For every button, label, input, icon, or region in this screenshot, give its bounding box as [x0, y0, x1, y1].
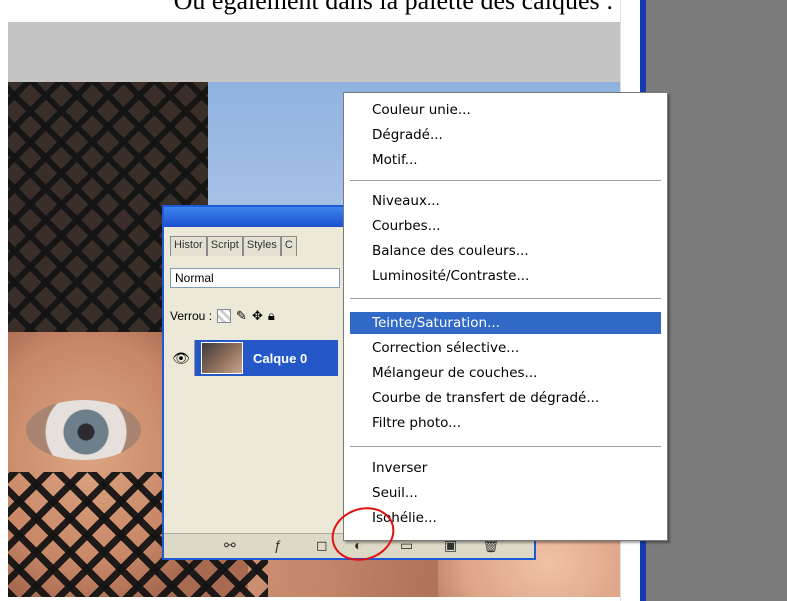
canvas-top-area: [8, 22, 620, 82]
menu-item-threshold[interactable]: Seuil...: [350, 482, 661, 504]
photo-eye: [26, 400, 141, 460]
menu-item-selective-color[interactable]: Correction sélective...: [350, 337, 661, 359]
menu-separator: [350, 180, 661, 182]
menu-item-gradient[interactable]: Dégradé...: [350, 124, 661, 146]
layer-name: Calque 0: [253, 350, 308, 366]
menu-item-channel-mixer[interactable]: Mélangeur de couches...: [350, 362, 661, 384]
link-layers-icon[interactable]: ⚯: [224, 537, 236, 554]
tab-styles[interactable]: Styles: [242, 236, 281, 256]
menu-item-gradient-map[interactable]: Courbe de transfert de dégradé...: [350, 387, 661, 409]
menu-item-photo-filter[interactable]: Filtre photo...: [350, 412, 661, 434]
layer-row[interactable]: 👁︎ Calque 0: [168, 340, 338, 376]
lock-brush-icon[interactable]: ✎: [236, 308, 247, 324]
tab-script[interactable]: Script: [206, 236, 243, 256]
visibility-eye-icon[interactable]: 👁︎: [168, 340, 195, 376]
palette-tabs: Histor Script Styles C: [170, 236, 297, 256]
tab-history[interactable]: Histor: [170, 236, 207, 256]
menu-item-curves[interactable]: Courbes...: [350, 215, 661, 237]
layer-mask-icon[interactable]: ◻: [316, 537, 328, 554]
menu-item-hue-saturation[interactable]: Teinte/Saturation...: [350, 312, 661, 334]
lock-move-icon[interactable]: ✥: [252, 308, 263, 324]
lock-transparency-icon[interactable]: [217, 309, 232, 323]
menu-item-pattern[interactable]: Motif...: [350, 149, 661, 171]
layer-style-icon[interactable]: ƒ: [274, 537, 282, 553]
menu-item-levels[interactable]: Niveaux...: [350, 190, 661, 212]
menu-item-posterize[interactable]: Isohélie...: [350, 507, 661, 529]
lock-row: Verrou : ✎ ✥ 🔒︎: [170, 308, 275, 324]
tab-channels[interactable]: C: [280, 236, 297, 256]
layer-thumbnail: [201, 342, 243, 374]
blend-mode-select[interactable]: Normal: [170, 268, 340, 288]
adjustment-layer-menu: Couleur unie... Dégradé... Motif... Nive…: [343, 92, 668, 541]
menu-item-color-balance[interactable]: Balance des couleurs...: [350, 240, 661, 262]
lock-label: Verrou :: [170, 309, 213, 323]
menu-separator: [350, 298, 661, 300]
lock-all-icon[interactable]: 🔒︎: [268, 308, 275, 324]
menu-item-invert[interactable]: Inverser: [350, 457, 661, 479]
menu-item-brightness-contrast[interactable]: Luminosité/Contraste...: [350, 265, 661, 287]
menu-separator: [350, 446, 661, 448]
menu-item-solid-color[interactable]: Couleur unie...: [350, 99, 661, 121]
